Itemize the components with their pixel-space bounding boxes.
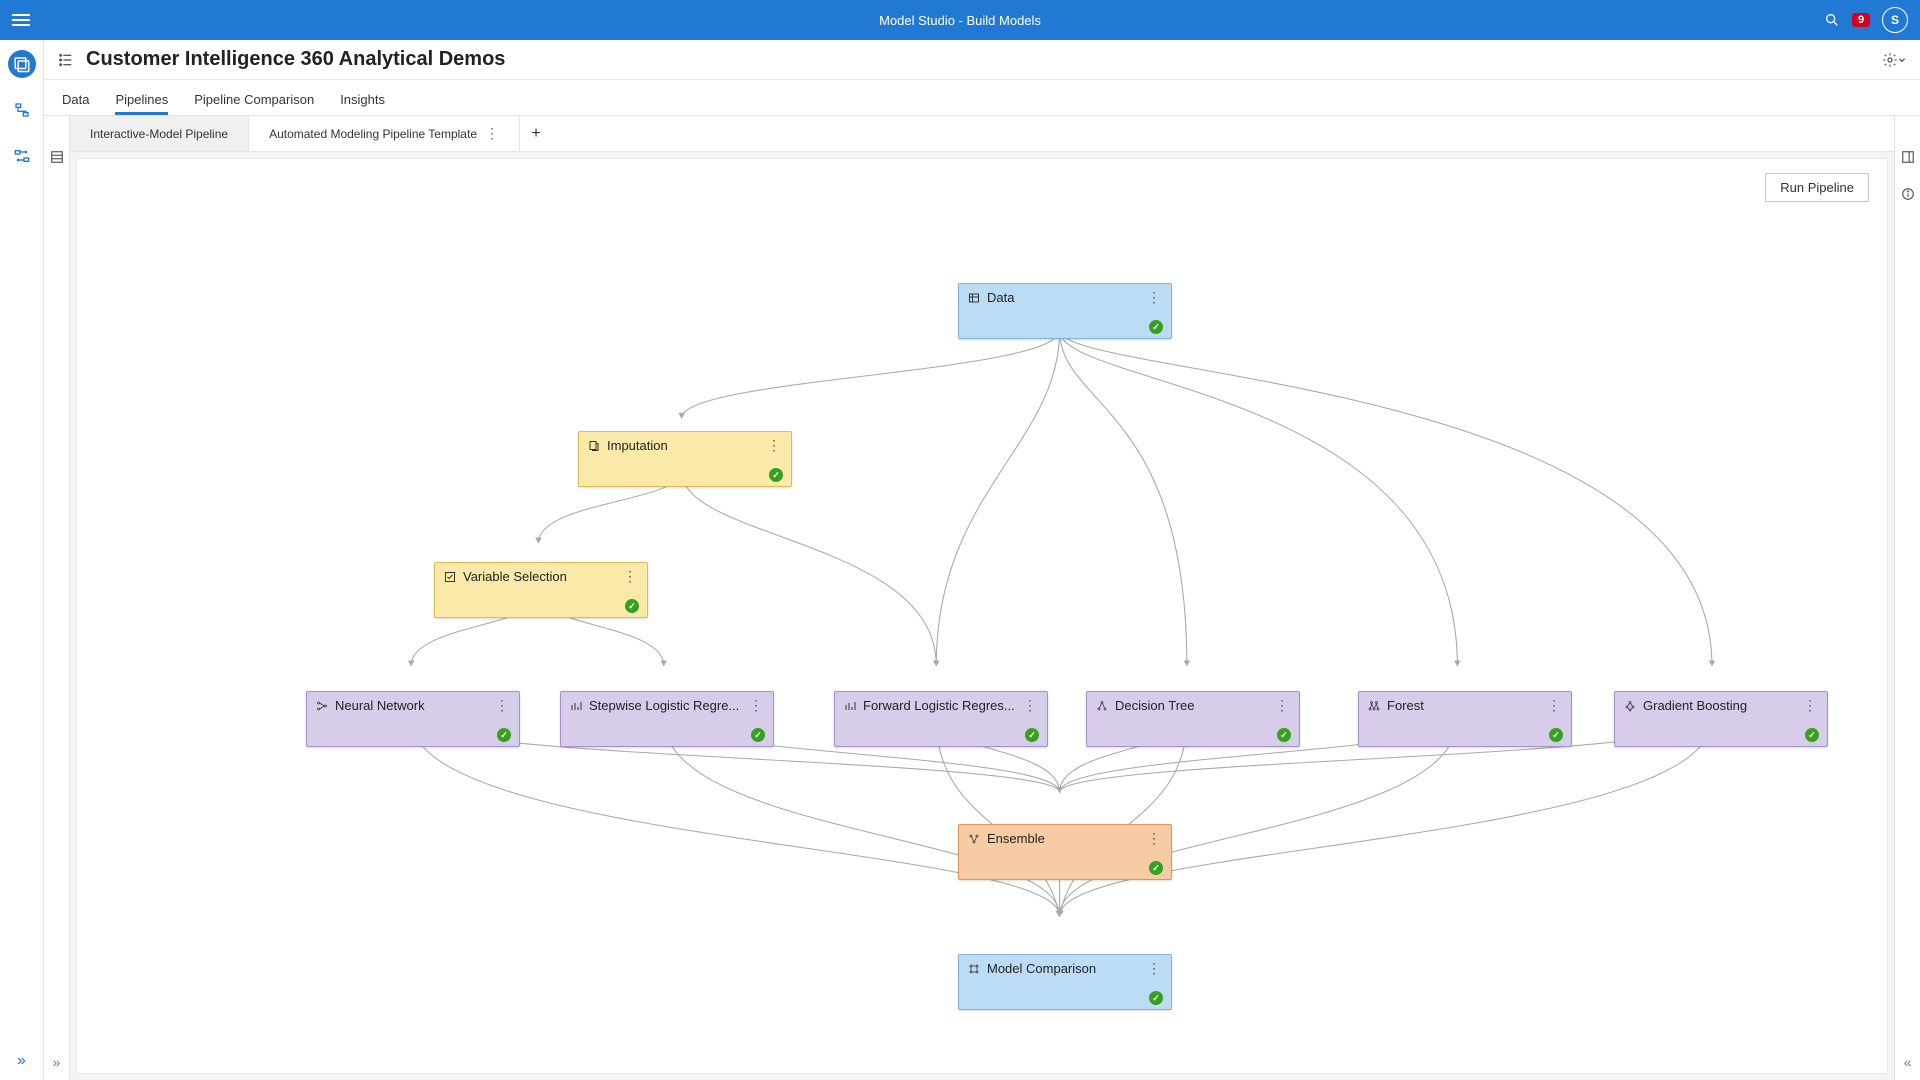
compare-icon	[967, 962, 981, 976]
project-title: Customer Intelligence 360 Analytical Dem…	[86, 48, 505, 71]
node-stepwise-logistic[interactable]: Stepwise Logistic Regre... ⋮ ✓	[560, 691, 774, 747]
ensemble-icon	[967, 832, 981, 846]
rail-projects-icon[interactable]	[8, 50, 36, 78]
pipeline-tab-label: Interactive-Model Pipeline	[90, 127, 228, 141]
node-menu-icon[interactable]: ⋮	[1273, 697, 1291, 714]
content-area: Customer Intelligence 360 Analytical Dem…	[44, 40, 1920, 1080]
status-ok-icon: ✓	[1149, 320, 1163, 334]
node-menu-icon[interactable]: ⋮	[1021, 697, 1039, 714]
node-label: Decision Tree	[1115, 698, 1267, 713]
search-icon[interactable]	[1824, 12, 1840, 28]
boost-icon	[1623, 699, 1637, 713]
node-menu-icon[interactable]: ⋮	[1145, 289, 1163, 306]
status-ok-icon: ✓	[751, 728, 765, 742]
app-header: Model Studio - Build Models 9 S	[0, 0, 1920, 40]
node-label: Imputation	[607, 438, 759, 453]
node-menu-icon[interactable]: ⋮	[1545, 697, 1563, 714]
status-ok-icon: ✓	[1805, 728, 1819, 742]
nn-icon	[315, 699, 329, 713]
node-forest[interactable]: Forest ⋮ ✓	[1358, 691, 1572, 747]
main-tabs: Data Pipelines Pipeline Comparison Insig…	[44, 80, 1920, 116]
tab-pipeline-comparison[interactable]: Pipeline Comparison	[194, 92, 314, 115]
left-dock: »	[44, 116, 70, 1080]
rail-flow-icon[interactable]	[8, 96, 36, 124]
node-menu-icon[interactable]: ⋮	[1145, 960, 1163, 977]
node-data[interactable]: Data ⋮ ✓	[958, 283, 1172, 339]
status-ok-icon: ✓	[1549, 728, 1563, 742]
node-label: Forest	[1387, 698, 1539, 713]
status-ok-icon: ✓	[1025, 728, 1039, 742]
properties-icon[interactable]	[1901, 150, 1915, 169]
node-gradient-boosting[interactable]: Gradient Boosting ⋮ ✓	[1614, 691, 1828, 747]
user-avatar[interactable]: S	[1882, 7, 1908, 33]
pipeline-tab-interactive[interactable]: Interactive-Model Pipeline	[70, 116, 249, 151]
right-dock-expand-icon[interactable]: «	[1904, 1054, 1912, 1070]
node-menu-icon[interactable]: ⋮	[747, 697, 765, 714]
pipeline-tab-label: Automated Modeling Pipeline Template	[269, 127, 477, 141]
tab-insights[interactable]: Insights	[340, 92, 385, 115]
status-ok-icon: ✓	[1149, 861, 1163, 875]
add-pipeline-tab[interactable]: +	[520, 125, 552, 143]
table-icon	[967, 291, 981, 305]
pipeline-tab-menu-icon[interactable]: ⋮	[485, 125, 499, 142]
pipeline-tabs: Interactive-Model Pipeline Automated Mod…	[70, 116, 1894, 152]
status-ok-icon: ✓	[769, 468, 783, 482]
node-menu-icon[interactable]: ⋮	[1801, 697, 1819, 714]
tab-pipelines[interactable]: Pipelines	[115, 92, 168, 115]
node-forward-logistic[interactable]: Forward Logistic Regres... ⋮ ✓	[834, 691, 1048, 747]
status-ok-icon: ✓	[1277, 728, 1291, 742]
status-ok-icon: ✓	[625, 599, 639, 613]
tab-data[interactable]: Data	[62, 92, 89, 115]
left-dock-expand-icon[interactable]: »	[53, 1054, 61, 1070]
node-model-comparison[interactable]: Model Comparison ⋮ ✓	[958, 954, 1172, 1010]
varsel-icon	[443, 570, 457, 584]
regression-icon	[843, 699, 857, 713]
node-imputation[interactable]: Imputation ⋮ ✓	[578, 431, 792, 487]
node-decision-tree[interactable]: Decision Tree ⋮ ✓	[1086, 691, 1300, 747]
rail-expand-icon[interactable]: »	[17, 1052, 26, 1070]
node-variable-selection[interactable]: Variable Selection ⋮ ✓	[434, 562, 648, 618]
settings-icon[interactable]	[1882, 52, 1906, 68]
workspace-core: Interactive-Model Pipeline Automated Mod…	[70, 116, 1894, 1080]
pipeline-canvas[interactable]: Run Pipeline	[76, 158, 1888, 1074]
imputation-icon	[587, 439, 601, 453]
run-pipeline-button[interactable]: Run Pipeline	[1765, 173, 1869, 202]
node-menu-icon[interactable]: ⋮	[493, 697, 511, 714]
status-ok-icon: ✓	[1149, 991, 1163, 1005]
node-neural-network[interactable]: Neural Network ⋮ ✓	[306, 691, 520, 747]
node-menu-icon[interactable]: ⋮	[621, 568, 639, 585]
node-label: Forward Logistic Regres...	[863, 698, 1015, 713]
project-header: Customer Intelligence 360 Analytical Dem…	[44, 40, 1920, 80]
app-title: Model Studio - Build Models	[879, 13, 1041, 28]
node-ensemble[interactable]: Ensemble ⋮ ✓	[958, 824, 1172, 880]
tree-icon	[1095, 699, 1109, 713]
node-menu-icon[interactable]: ⋮	[1145, 830, 1163, 847]
node-menu-icon[interactable]: ⋮	[765, 437, 783, 454]
node-palette-icon[interactable]	[50, 150, 64, 169]
node-label: Variable Selection	[463, 569, 615, 584]
forest-icon	[1367, 699, 1381, 713]
status-ok-icon: ✓	[497, 728, 511, 742]
outline-icon[interactable]	[58, 52, 74, 68]
rail-exchange-icon[interactable]	[8, 142, 36, 170]
info-icon[interactable]	[1901, 187, 1915, 206]
regression-icon	[569, 699, 583, 713]
menu-button[interactable]	[12, 14, 30, 26]
node-label: Stepwise Logistic Regre...	[589, 698, 741, 713]
node-label: Ensemble	[987, 831, 1139, 846]
notification-badge[interactable]: 9	[1852, 13, 1870, 27]
right-dock: «	[1894, 116, 1920, 1080]
workspace: » Interactive-Model Pipeline Automated M…	[44, 116, 1920, 1080]
left-rail: »	[0, 40, 44, 1080]
pipeline-tab-automated[interactable]: Automated Modeling Pipeline Template ⋮	[249, 116, 520, 151]
node-label: Data	[987, 290, 1139, 305]
node-label: Neural Network	[335, 698, 487, 713]
node-label: Gradient Boosting	[1643, 698, 1795, 713]
node-label: Model Comparison	[987, 961, 1139, 976]
